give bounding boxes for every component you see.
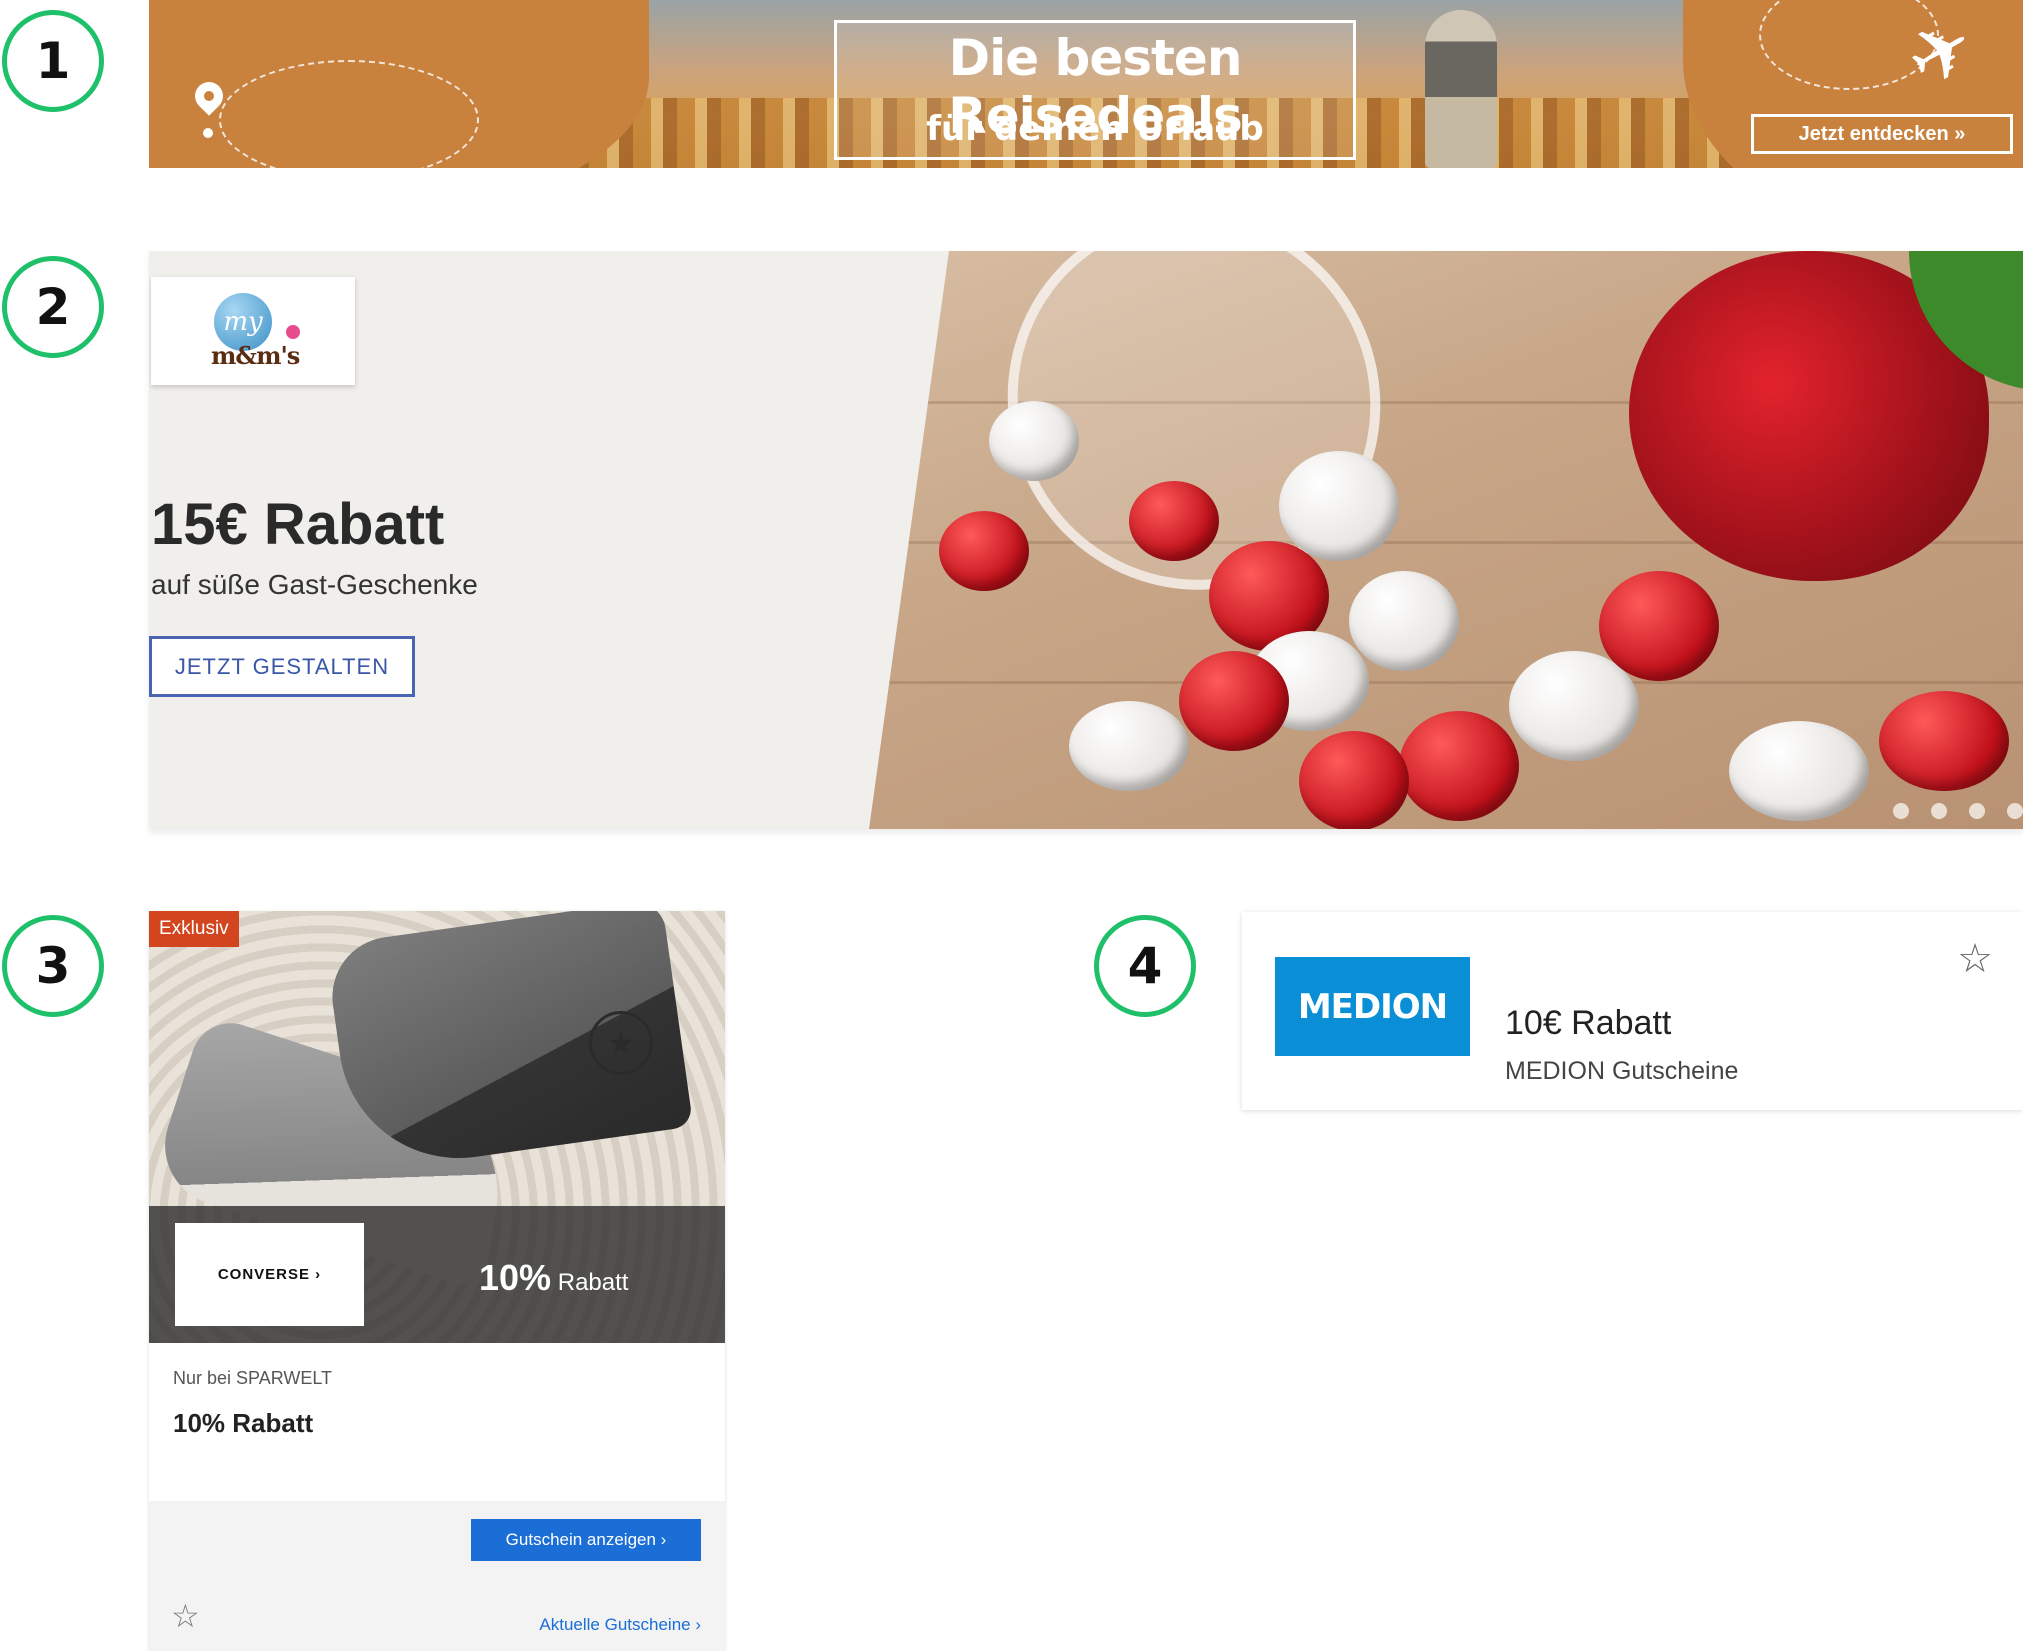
candy: [1729, 721, 1869, 821]
headline-frame: Die besten Reisedeals für deinen Urlaub: [834, 20, 1356, 160]
mms-logo: my m&m's: [151, 277, 355, 385]
discount-overlay: 10% Rabatt: [479, 1257, 628, 1299]
favorite-star-icon[interactable]: ☆: [1957, 936, 1993, 982]
candy: [1399, 711, 1519, 821]
candy: [1179, 651, 1289, 751]
candy: [1069, 701, 1189, 791]
carousel-dot[interactable]: [1893, 803, 1909, 819]
converse-star-icon: ★: [589, 1011, 653, 1075]
show-coupon-button[interactable]: Gutschein anzeigen ›: [471, 1519, 701, 1561]
carousel-dot[interactable]: [2007, 803, 2023, 819]
carousel-dots: [1893, 803, 2023, 819]
candy: [1599, 571, 1719, 681]
discover-button[interactable]: Jetzt entdecken »: [1751, 114, 2013, 154]
candy: [939, 511, 1029, 591]
candy: [1299, 731, 1409, 829]
mms-promo-banner[interactable]: my m&m's 15€ Rabatt auf süße Gast-Gesche…: [149, 251, 2023, 829]
carousel-dot[interactable]: [1969, 803, 1985, 819]
mms-headline: 15€ Rabatt: [151, 492, 445, 557]
logo-mms-text: m&m's: [211, 341, 300, 370]
exclusive-badge: Exklusiv: [149, 911, 239, 947]
step-number-3: 3: [2, 915, 104, 1017]
step-number-2: 2: [2, 256, 104, 358]
logo-pink-dot: [286, 325, 300, 339]
step-number-4: 4: [1094, 915, 1196, 1017]
only-at-label: Nur bei SPARWELT: [173, 1368, 333, 1388]
coupon-title: 10€ Rabatt: [1505, 1004, 1672, 1042]
dashed-path-left: [219, 60, 479, 168]
medion-coupon-card[interactable]: MEDION 10€ Rabatt MEDION Gutscheine ☆: [1242, 912, 2023, 1110]
wood-plank-line: [869, 681, 2023, 684]
travel-deals-banner[interactable]: Die besten Reisedeals für deinen Urlaub …: [149, 0, 2023, 168]
candy: [1279, 451, 1399, 561]
design-now-button[interactable]: JETZT GESTALTEN: [149, 636, 415, 697]
step-number-1: 1: [2, 10, 104, 112]
medion-logo: MEDION: [1275, 957, 1470, 1056]
candy: [1129, 481, 1219, 561]
candy: [1349, 571, 1459, 671]
converse-coupon-card[interactable]: ★ Exklusiv CONVERSE › 10% Rabatt Nur bei…: [149, 911, 725, 1651]
discount-label: Rabatt: [557, 1269, 629, 1296]
carousel-dot[interactable]: [1931, 803, 1947, 819]
mms-subline: auf süße Gast-Geschenke: [151, 569, 478, 600]
candy: [1879, 691, 2009, 791]
traveler-figure: [1425, 10, 1497, 168]
coupon-title: 10% Rabatt: [173, 1408, 314, 1438]
converse-logo: CONVERSE ›: [175, 1223, 364, 1326]
mms-photo: [869, 251, 2023, 829]
pin-dot: [203, 128, 213, 138]
travel-subtitle: für deinen Urlaub: [926, 109, 1264, 149]
favorite-star-icon[interactable]: ☆: [171, 1597, 200, 1635]
coupon-subtitle: MEDION Gutscheine: [1505, 1057, 1739, 1085]
discount-value: 10%: [479, 1257, 552, 1298]
candy: [989, 401, 1079, 481]
current-coupons-link[interactable]: Aktuelle Gutscheine ›: [539, 1615, 701, 1635]
